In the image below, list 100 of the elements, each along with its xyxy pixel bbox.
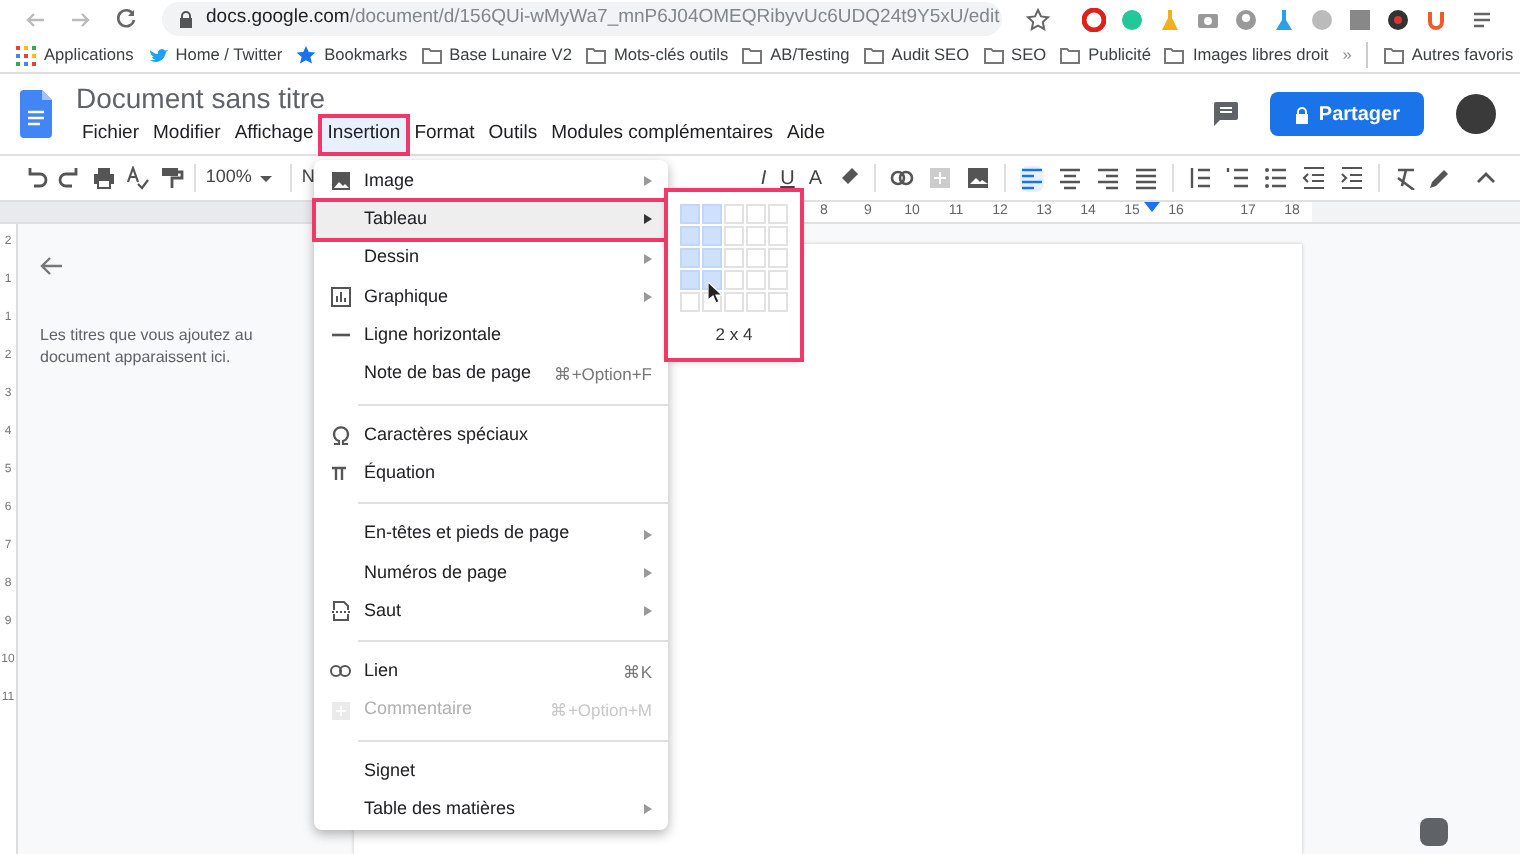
grid-cell[interactable]	[702, 248, 722, 268]
bookmark-link[interactable]: AB/Testing	[770, 42, 850, 68]
image-icon[interactable]	[966, 166, 990, 190]
folder-icon[interactable]	[1383, 45, 1404, 65]
comment-icon[interactable]	[1214, 102, 1239, 126]
grid-cell[interactable]	[768, 270, 788, 290]
bookmark-link[interactable]: Publicité	[1088, 42, 1151, 68]
justify-icon[interactable]	[1134, 165, 1158, 191]
indent-marker-icon[interactable]	[1144, 202, 1160, 212]
caret-icon[interactable]	[259, 175, 272, 181]
bookmark-link[interactable]: Base Lunaire V2	[449, 42, 572, 68]
pin-icon[interactable]	[1234, 7, 1258, 31]
grid-cell[interactable]	[680, 292, 700, 312]
star-icon[interactable]	[296, 45, 317, 65]
format-button[interactable]: U	[780, 163, 795, 193]
document-title[interactable]: Document sans titre	[76, 84, 831, 113]
menu-item[interactable]: Lien ⌘K	[314, 652, 668, 692]
grid-cell[interactable]	[768, 226, 788, 246]
pencil-icon[interactable]	[1428, 166, 1452, 190]
align-center-icon[interactable]	[1058, 165, 1082, 191]
bookmark-link[interactable]: Home / Twitter	[175, 42, 283, 68]
grid-cell[interactable]	[746, 292, 766, 312]
menu-item[interactable]: Signet	[314, 751, 668, 791]
circle-icon[interactable]	[1386, 7, 1410, 31]
grid-cell[interactable]	[724, 204, 744, 224]
grid-cell[interactable]	[680, 248, 700, 268]
menu-item[interactable]: Ligne horizontale	[314, 316, 668, 355]
undo-icon[interactable]	[24, 166, 48, 190]
folder-icon[interactable]	[421, 45, 442, 65]
grid-cell[interactable]	[680, 270, 700, 290]
letter-u-icon[interactable]	[1424, 7, 1448, 31]
menu-item[interactable]: Table des matières	[314, 790, 668, 829]
align-left-icon[interactable]	[1020, 165, 1044, 191]
redo-icon[interactable]	[58, 166, 82, 190]
folder-icon[interactable]	[742, 45, 763, 65]
reload-icon[interactable]	[116, 8, 138, 30]
link-icon[interactable]	[890, 166, 914, 190]
square-icon[interactable]	[1348, 7, 1372, 31]
folder-icon[interactable]	[983, 45, 1004, 65]
menu-item[interactable]: En-têtes et pieds de page	[314, 514, 668, 554]
menu-bar-item[interactable]: Insertion	[321, 118, 407, 152]
grid-cell[interactable]	[724, 226, 744, 246]
grid-cell[interactable]	[746, 270, 766, 290]
grid-cell[interactable]	[768, 248, 788, 268]
grid-cell[interactable]	[680, 226, 700, 246]
menu-item[interactable]: Saut	[314, 591, 668, 631]
bird-icon[interactable]	[147, 45, 168, 65]
folder-icon[interactable]	[585, 45, 606, 65]
playlist-icon[interactable]	[1472, 9, 1494, 29]
grid-cell[interactable]	[702, 226, 722, 246]
bookmark-link[interactable]: Images libres droit	[1192, 42, 1329, 68]
menu-bar-item[interactable]: Fichier	[76, 118, 146, 152]
grid-cell[interactable]	[746, 226, 766, 246]
menu-item[interactable]: Image	[314, 162, 668, 201]
grid-cell[interactable]	[724, 292, 744, 312]
zoom-dropdown[interactable]: 100%	[205, 164, 252, 192]
menu-item[interactable]: Équation	[314, 454, 668, 493]
decrease-indent-icon[interactable]	[1302, 166, 1326, 190]
clear-formatting-icon[interactable]	[1394, 166, 1418, 190]
menu-bar-item[interactable]: Modifier	[147, 118, 227, 152]
share-button[interactable]: Partager	[1270, 92, 1424, 136]
address-bar[interactable]: docs.google.com/document/d/156QUi-wMyWa7_mnP6J04OMEQRibyvUc6UDQ24t9Y5xU/edit	[162, 2, 1002, 36]
document-icon[interactable]	[20, 90, 52, 138]
folder-icon[interactable]	[1164, 45, 1185, 65]
star-icon[interactable]	[1026, 7, 1050, 31]
grid-cell[interactable]	[702, 270, 722, 290]
format-button[interactable]: I	[760, 163, 767, 193]
menu-item[interactable]: Graphique	[314, 277, 668, 317]
paint-format-icon[interactable]	[160, 166, 184, 190]
bookmark-link[interactable]: Mots-clés outils	[613, 42, 729, 68]
menu-bar-item[interactable]: Outils	[482, 118, 544, 152]
explore-button[interactable]	[1420, 818, 1448, 846]
flask-icon[interactable]	[1272, 7, 1296, 31]
table-size-menu[interactable]: 2 x 4	[668, 192, 800, 358]
text-color-button[interactable]: A	[808, 163, 822, 193]
spellcheck-icon[interactable]	[126, 166, 150, 190]
folder-icon[interactable]	[1060, 45, 1081, 65]
apps-grid-icon[interactable]	[16, 45, 36, 65]
grid-cell[interactable]	[724, 270, 744, 290]
bookmark-link[interactable]: Autres favoris	[1411, 42, 1514, 68]
chevron-up-icon[interactable]	[1476, 168, 1496, 188]
align-right-icon[interactable]	[1096, 165, 1120, 191]
menu-bar-item[interactable]: Format	[408, 118, 481, 152]
bulleted-list-icon[interactable]	[1264, 166, 1288, 190]
bookmark-link[interactable]: Audit SEO	[891, 42, 970, 68]
print-icon[interactable]	[92, 166, 116, 190]
grid-cell[interactable]	[746, 248, 766, 268]
bookmark-link[interactable]: Bookmarks	[324, 42, 408, 68]
menu-item[interactable]: Numéros de page	[314, 553, 668, 592]
menu-item[interactable]: Tableau	[314, 200, 668, 240]
grid-cell[interactable]	[680, 204, 700, 224]
menu-item[interactable]: Note de bas de page ⌘+Option+F	[314, 354, 668, 394]
bookmark-link[interactable]: Applications	[44, 42, 134, 68]
menu-bar-item[interactable]: Affichage	[228, 118, 320, 152]
grid-cell[interactable]	[768, 204, 788, 224]
folder-icon[interactable]	[863, 45, 884, 65]
bookmark-link[interactable]: SEO	[1011, 42, 1047, 68]
line-spacing-icon[interactable]	[1188, 166, 1212, 190]
menu-item[interactable]: Caractères spéciaux	[314, 415, 668, 455]
grid-cell[interactable]	[702, 204, 722, 224]
